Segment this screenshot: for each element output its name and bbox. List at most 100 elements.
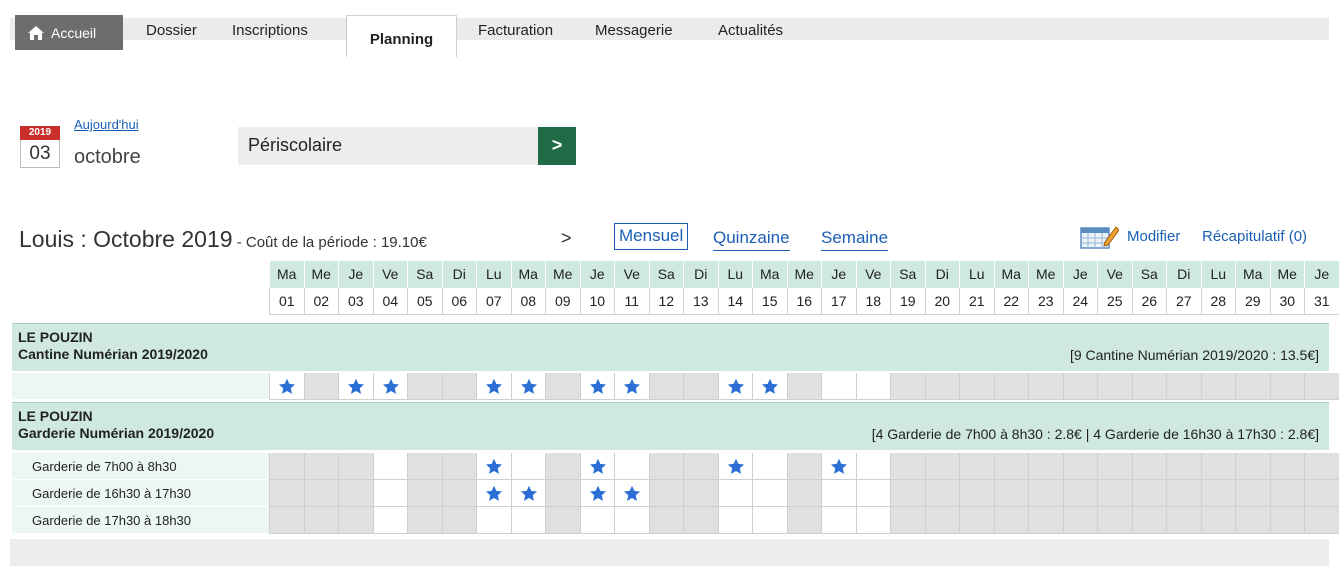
weekday-cell: Ma [993,261,1028,288]
group-service: Cantine Numérian 2019/2020 [18,346,208,362]
day-slot [269,480,304,507]
day-slot[interactable] [821,453,856,480]
reservation-star-icon [589,458,607,475]
reservation-star-icon [727,378,745,395]
view-semaine-link[interactable]: Semaine [821,228,889,251]
day-slot[interactable] [579,507,614,534]
day-slot [441,453,476,480]
date-cell: 07 [476,288,511,315]
activity-select[interactable]: Périscolaire [238,127,538,165]
day-slot [1166,480,1201,507]
day-slot[interactable] [821,373,856,400]
row-label: Garderie de 7h00 à 8h30 [12,453,269,480]
reservation-star-icon [761,378,779,395]
weekday-cell: Me [1028,261,1063,288]
day-slot[interactable] [717,480,752,507]
day-slot[interactable] [717,507,752,534]
day-slot[interactable] [510,480,545,507]
next-period-arrow[interactable]: > [561,228,572,249]
day-slot[interactable] [579,453,614,480]
nav-item-planning[interactable]: Planning [346,15,457,57]
day-slot[interactable] [510,373,545,400]
day-slot[interactable] [372,507,407,534]
day-slot[interactable] [752,453,787,480]
day-slot [683,480,718,507]
day-slot[interactable] [269,373,304,400]
day-slot[interactable] [752,507,787,534]
modifier-link[interactable]: Modifier [1127,228,1180,245]
nav-item-dossier[interactable]: Dossier [146,22,197,39]
day-slot[interactable] [614,373,649,400]
day-slot[interactable] [855,453,890,480]
nav-item-actualites[interactable]: Actualités [718,22,783,39]
period-title-text: Louis : Octobre 2019 [19,226,233,252]
day-slot[interactable] [855,480,890,507]
day-slot [648,453,683,480]
day-slot [545,507,580,534]
day-slot[interactable] [717,373,752,400]
day-slot [959,507,994,534]
day-slot[interactable] [372,453,407,480]
date-cell: 03 [338,288,373,315]
weekday-cell: Ma [510,261,545,288]
day-slot[interactable] [752,373,787,400]
day-slot[interactable] [510,507,545,534]
day-slot[interactable] [476,507,511,534]
day-slot [1235,507,1270,534]
weekday-cell: Ma [1235,261,1270,288]
day-slot [1200,373,1235,400]
edit-calendar-icon[interactable] [1079,224,1119,250]
recapitulatif-link[interactable]: Récapitulatif (0) [1202,228,1307,245]
nav-home-button[interactable]: Accueil [15,15,123,50]
day-slot[interactable] [855,507,890,534]
nav-item-facturation[interactable]: Facturation [478,22,553,39]
day-slot [303,480,338,507]
weekday-cell: Me [303,261,338,288]
day-slot [1097,453,1132,480]
day-slot[interactable] [614,453,649,480]
day-slot[interactable] [476,373,511,400]
weekday-cell: Ve [1097,261,1132,288]
today-link[interactable]: Aujourd'hui [74,117,139,132]
day-slot[interactable] [821,507,856,534]
day-slot[interactable] [476,480,511,507]
date-cell: 22 [993,288,1028,315]
day-slot[interactable] [338,373,373,400]
day-slot[interactable] [510,453,545,480]
day-slot[interactable] [752,480,787,507]
day-slot[interactable] [579,373,614,400]
day-slot [648,507,683,534]
day-slot[interactable] [372,373,407,400]
day-slot [303,373,338,400]
view-mensuel-button[interactable]: Mensuel [614,223,689,250]
day-slot [924,373,959,400]
day-slot[interactable] [855,373,890,400]
day-slot[interactable] [614,507,649,534]
date-cell: 20 [924,288,959,315]
day-slot[interactable] [614,480,649,507]
calendar-year: 2019 [20,126,60,140]
day-slot [1028,373,1063,400]
day-slot [303,507,338,534]
nav-item-messagerie[interactable]: Messagerie [595,22,673,39]
weekday-cell: Me [786,261,821,288]
calendar-icon: 2019 03 [20,126,60,168]
day-slot [1269,453,1304,480]
day-slot[interactable] [717,453,752,480]
weekday-cell: Ve [372,261,407,288]
day-slot [545,453,580,480]
day-slot [1062,373,1097,400]
date-cell: 31 [1304,288,1339,315]
day-slot[interactable] [579,480,614,507]
date-cell: 11 [614,288,649,315]
day-slot [269,453,304,480]
nav-item-inscriptions[interactable]: Inscriptions [232,22,308,39]
day-slot[interactable] [372,480,407,507]
day-slot[interactable] [821,480,856,507]
day-slot [890,507,925,534]
weekday-cell: Ma [752,261,787,288]
day-slot[interactable] [476,453,511,480]
activity-go-button[interactable]: > [538,127,576,165]
view-quinzaine-link[interactable]: Quinzaine [713,228,790,251]
weekday-cell: Sa [407,261,442,288]
